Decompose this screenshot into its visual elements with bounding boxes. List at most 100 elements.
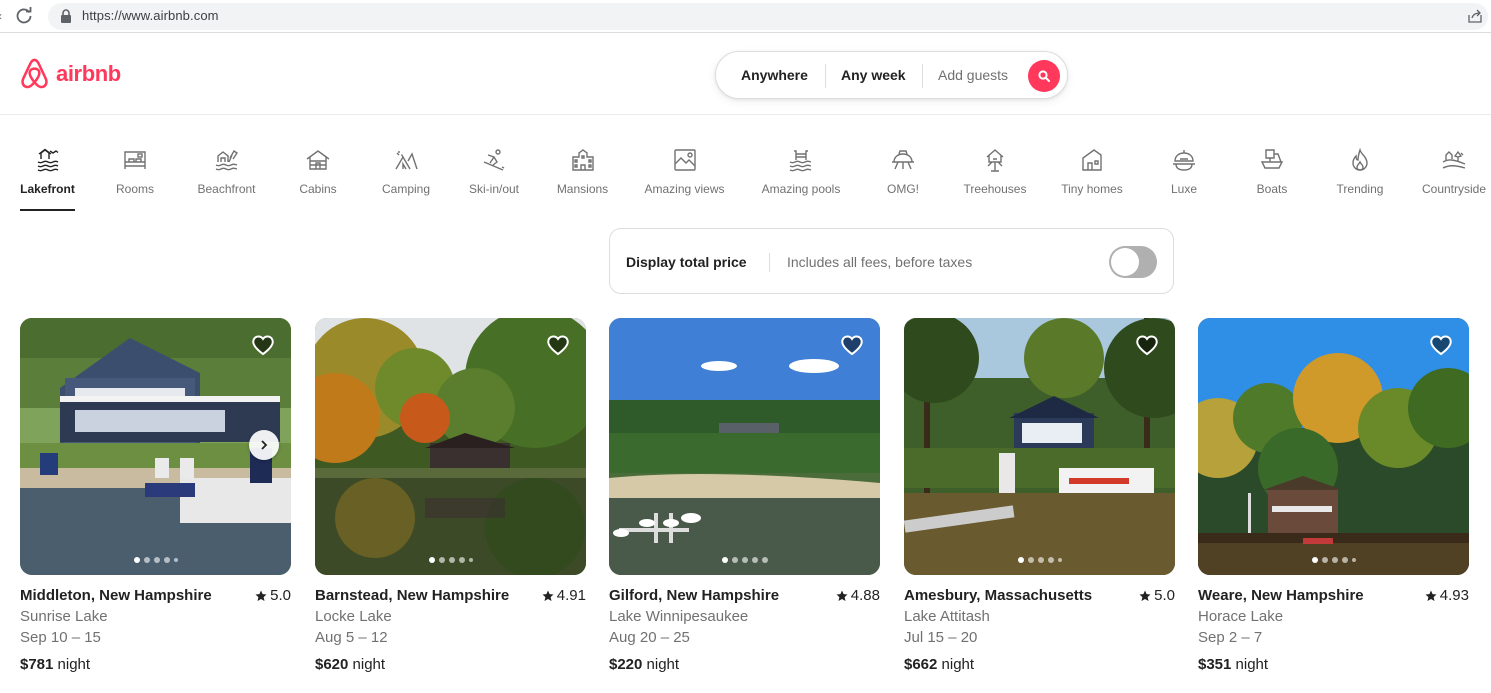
heart-icon[interactable] bbox=[546, 333, 570, 357]
photo-dot bbox=[1057, 558, 1062, 562]
photo-dots bbox=[609, 557, 880, 563]
listing-card[interactable]: Gilford, New Hampshire 4.88 Lake Winnipe… bbox=[609, 318, 881, 688]
photo-dot bbox=[143, 557, 150, 563]
listing-photo[interactable] bbox=[315, 318, 586, 575]
category-tiny-homes[interactable]: Tiny homes bbox=[1060, 148, 1124, 212]
category-lakefront[interactable]: Lakefront bbox=[20, 148, 75, 212]
search-bar[interactable]: Anywhere Any week Add guests bbox=[715, 51, 1068, 99]
category-cabins[interactable]: Cabins bbox=[298, 148, 338, 212]
url-text[interactable]: https://www.airbnb.com bbox=[82, 8, 219, 23]
price-amount: $662 bbox=[904, 656, 938, 673]
listing-card[interactable]: Barnstead, New Hampshire 4.91 Locke Lake… bbox=[315, 318, 587, 688]
photo-dots bbox=[315, 557, 586, 563]
photo-dots bbox=[20, 557, 291, 563]
countryside-icon bbox=[1442, 150, 1466, 169]
listing-location: Amesbury, Massachusetts bbox=[904, 587, 1093, 604]
tiny-homes-icon bbox=[1082, 149, 1102, 171]
category-countryside[interactable]: Countryside bbox=[1420, 148, 1488, 212]
category-omg[interactable]: OMG! bbox=[885, 148, 921, 212]
category-label: Tiny homes bbox=[1061, 182, 1123, 196]
price-unit: night bbox=[1231, 656, 1269, 673]
photo-dot bbox=[1351, 558, 1356, 562]
search-divider bbox=[825, 64, 826, 88]
refresh-icon[interactable] bbox=[14, 6, 34, 26]
listing-dates: Sep 10 – 15 bbox=[20, 629, 101, 646]
photo-dot bbox=[1331, 557, 1338, 563]
search-button[interactable] bbox=[1028, 60, 1060, 92]
listing-price: $662 night bbox=[904, 655, 1176, 675]
amazing-views-icon bbox=[673, 149, 696, 171]
price-unit: night bbox=[642, 656, 680, 673]
category-label: Camping bbox=[381, 182, 431, 196]
listing-card[interactable]: Weare, New Hampshire 4.93 Horace Lake Se… bbox=[1198, 318, 1470, 688]
share-icon[interactable] bbox=[1467, 8, 1483, 24]
beachfront-icon bbox=[215, 150, 238, 171]
listing-card[interactable]: Amesbury, Massachusetts 5.0 Lake Attitas… bbox=[904, 318, 1176, 688]
category-rooms[interactable]: Rooms bbox=[115, 148, 155, 212]
listing-photo[interactable] bbox=[904, 318, 1175, 575]
next-photo-button[interactable] bbox=[249, 430, 279, 460]
listing-photo[interactable] bbox=[609, 318, 880, 575]
heart-icon[interactable] bbox=[840, 333, 864, 357]
listing-info: Gilford, New Hampshire 4.88 Lake Winnipe… bbox=[609, 586, 881, 675]
category-label: OMG! bbox=[887, 182, 919, 196]
photo-dot bbox=[721, 557, 728, 563]
listing-place: Locke Lake bbox=[315, 608, 392, 625]
price-amount: $220 bbox=[609, 656, 643, 673]
listing-dates: Aug 20 – 25 bbox=[609, 629, 690, 646]
omg-icon bbox=[892, 150, 914, 170]
photo-dot bbox=[751, 557, 758, 563]
category-trending[interactable]: Trending bbox=[1334, 148, 1386, 212]
category-label: Trending bbox=[1336, 182, 1384, 196]
category-camping[interactable]: Camping bbox=[380, 148, 432, 212]
total-price-divider bbox=[769, 253, 770, 272]
lock-icon[interactable] bbox=[60, 9, 72, 23]
listing-place: Lake Winnipesaukee bbox=[609, 608, 749, 625]
treehouses-icon bbox=[986, 149, 1004, 172]
listing-rating: 4.93 bbox=[1425, 586, 1469, 606]
category-amazing-pools[interactable]: Amazing pools bbox=[759, 148, 843, 212]
photo-dot bbox=[1321, 557, 1328, 563]
listing-card[interactable]: Middleton, New Hampshire 5.0 Sunrise Lak… bbox=[20, 318, 292, 688]
address-bar[interactable]: https://www.airbnb.com bbox=[48, 3, 1488, 30]
photo-dots bbox=[1198, 557, 1469, 563]
category-label: Amazing views bbox=[644, 182, 725, 196]
search-anywhere[interactable]: Anywhere bbox=[741, 67, 808, 83]
trending-icon bbox=[1352, 148, 1368, 171]
photo-dot bbox=[163, 557, 170, 563]
heart-icon[interactable] bbox=[1135, 333, 1159, 357]
photo-dot bbox=[448, 557, 455, 563]
amazing-pools-icon bbox=[789, 150, 812, 172]
category-label: Beachfront bbox=[197, 182, 256, 196]
ski-icon bbox=[483, 149, 505, 171]
category-amazing-views[interactable]: Amazing views bbox=[642, 148, 727, 212]
heart-icon[interactable] bbox=[251, 333, 275, 357]
category-ski-in-out[interactable]: Ski-in/out bbox=[466, 148, 522, 212]
category-luxe[interactable]: Luxe bbox=[1169, 148, 1199, 212]
photo-dot bbox=[1017, 557, 1024, 563]
star-icon bbox=[836, 590, 848, 601]
photo-dot bbox=[173, 558, 178, 562]
listing-photo[interactable] bbox=[1198, 318, 1469, 575]
listing-photo[interactable] bbox=[20, 318, 291, 575]
category-boats[interactable]: Boats bbox=[1254, 148, 1290, 212]
category-bar: Lakefront Rooms Beachfront Cabins Campin… bbox=[0, 116, 1491, 216]
photo-dot bbox=[1047, 557, 1054, 563]
category-treehouses[interactable]: Treehouses bbox=[962, 148, 1028, 212]
search-any-week[interactable]: Any week bbox=[841, 67, 906, 83]
listing-info: Amesbury, Massachusetts 5.0 Lake Attitas… bbox=[904, 586, 1176, 675]
total-price-toggle[interactable] bbox=[1109, 246, 1157, 278]
heart-icon[interactable] bbox=[1429, 333, 1453, 357]
airbnb-logo[interactable]: airbnb bbox=[19, 57, 121, 90]
photo-dot bbox=[153, 557, 160, 563]
cabins-icon bbox=[306, 150, 330, 170]
listing-info: Barnstead, New Hampshire 4.91 Locke Lake… bbox=[315, 586, 587, 675]
back-icon[interactable]: ‹ bbox=[0, 9, 4, 23]
total-price-subtitle: Includes all fees, before taxes bbox=[787, 254, 973, 270]
price-unit: night bbox=[348, 656, 386, 673]
category-mansions[interactable]: Mansions bbox=[556, 148, 609, 212]
search-add-guests[interactable]: Add guests bbox=[938, 67, 1008, 83]
category-beachfront[interactable]: Beachfront bbox=[194, 148, 259, 212]
display-total-price-panel: Display total price Includes all fees, b… bbox=[609, 228, 1174, 294]
rating-value: 5.0 bbox=[1154, 587, 1175, 604]
